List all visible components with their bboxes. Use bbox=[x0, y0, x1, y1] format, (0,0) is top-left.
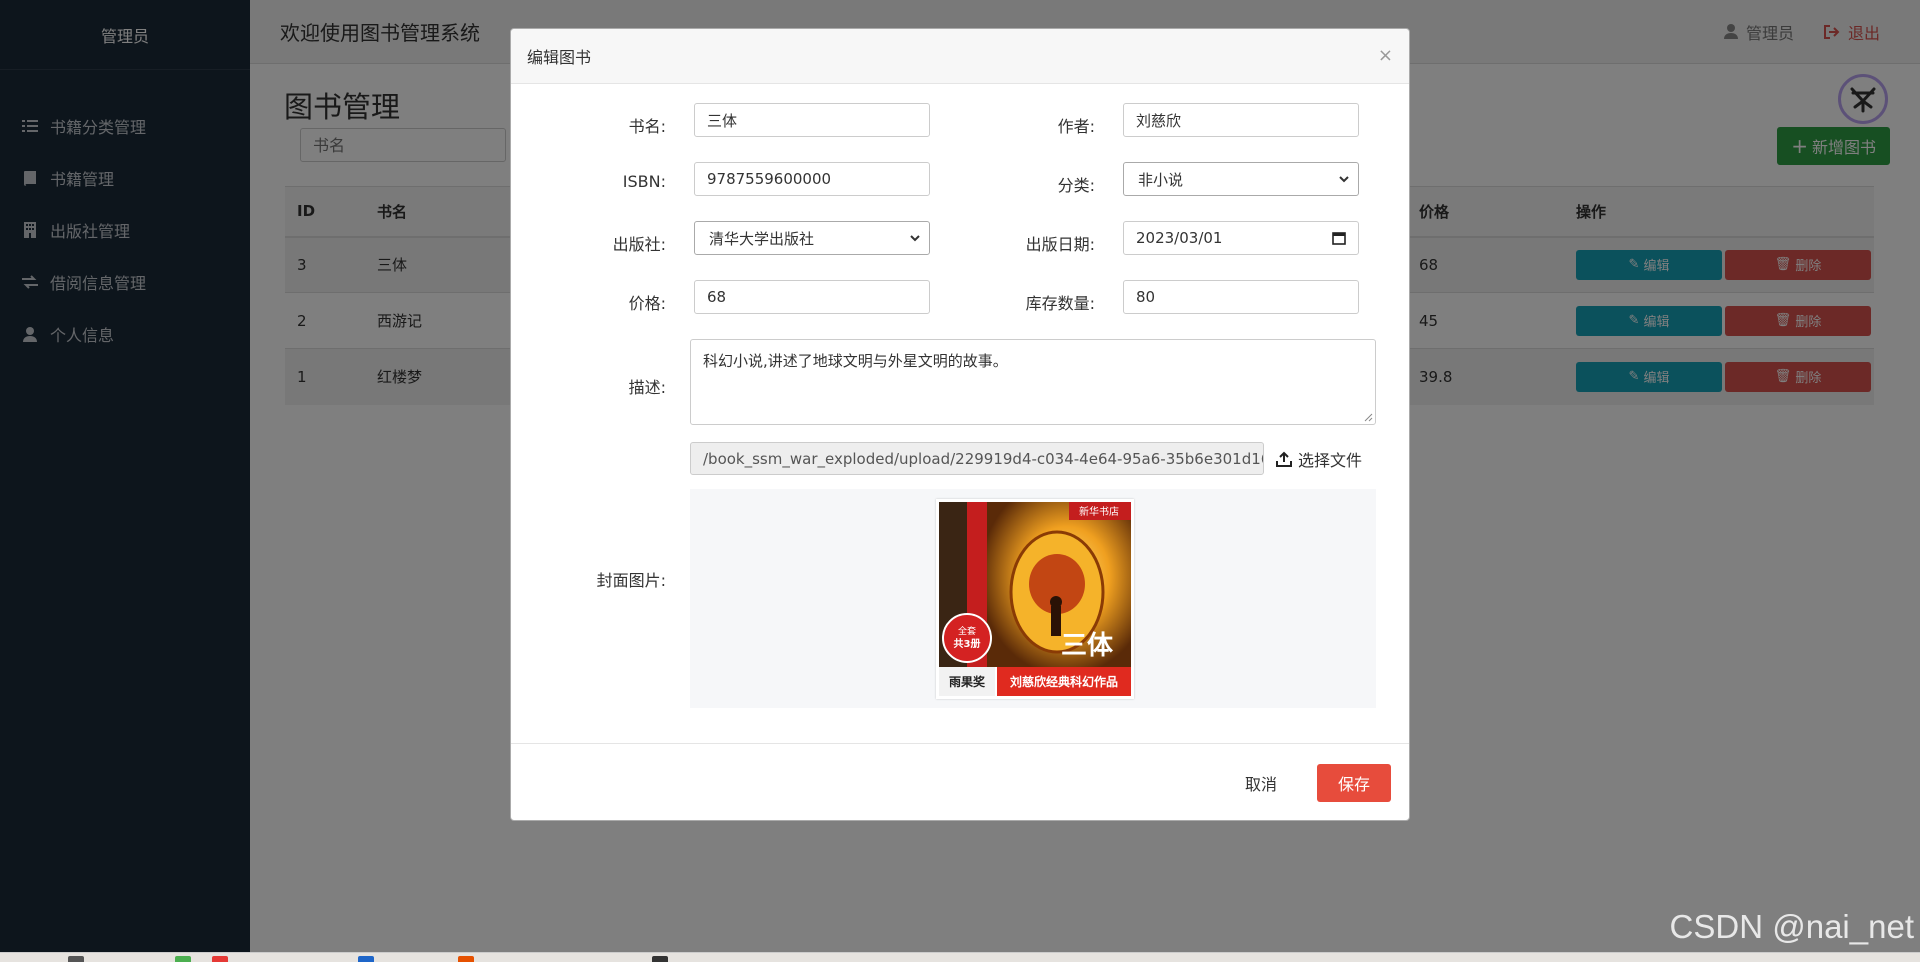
stock-field[interactable]: 80 bbox=[1123, 280, 1359, 314]
author-field[interactable]: 刘慈欣 bbox=[1123, 103, 1359, 137]
taskbar-app-icon[interactable] bbox=[175, 956, 191, 962]
cover-preview-panel: 新华书店 三体 全套 共3册 雨果奖 刘慈欣经典科幻作品 bbox=[690, 489, 1376, 708]
cover-label: 封面图片: bbox=[596, 571, 666, 590]
cover-corner-text: 新华书店 bbox=[1079, 505, 1119, 518]
edit-book-modal: 编辑图书 × 书名: 三体 作者: 刘慈欣 ISBN: 978755960000… bbox=[510, 28, 1410, 821]
cover-strip-right: 刘慈欣经典科幻作品 bbox=[1010, 674, 1118, 689]
stock-label: 库存数量: bbox=[1025, 294, 1095, 313]
modal-header: 编辑图书 bbox=[511, 29, 1409, 84]
taskbar-app-icon[interactable] bbox=[358, 956, 374, 962]
cover-strip-left: 雨果奖 bbox=[949, 674, 986, 689]
choose-file-button[interactable]: 选择文件 bbox=[1276, 443, 1362, 475]
taskbar-app-icon[interactable] bbox=[68, 956, 84, 962]
chevron-down-icon bbox=[1339, 176, 1349, 183]
price-label: 价格: bbox=[628, 294, 666, 313]
save-button[interactable]: 保存 bbox=[1317, 764, 1391, 802]
calendar-icon[interactable] bbox=[1332, 231, 1346, 245]
pubdate-field[interactable]: 2023/03/01 bbox=[1123, 221, 1359, 255]
modal-title: 编辑图书 bbox=[527, 48, 592, 67]
cover-book-title: 三体 bbox=[1061, 631, 1114, 661]
close-icon[interactable]: × bbox=[1378, 45, 1393, 66]
cover-badge-line2: 共3册 bbox=[954, 637, 981, 650]
description-textarea[interactable]: 科幻小说,讲述了地球文明与外星文明的故事。 bbox=[690, 339, 1376, 425]
author-label: 作者: bbox=[1057, 117, 1095, 136]
book-cover-image: 新华书店 三体 全套 共3册 雨果奖 刘慈欣经典科幻作品 bbox=[936, 499, 1134, 699]
taskbar-app-icon[interactable] bbox=[652, 956, 668, 962]
taskbar-app-icon[interactable] bbox=[212, 956, 228, 962]
book-name-field[interactable]: 三体 bbox=[694, 103, 930, 137]
book-name-label: 书名: bbox=[628, 117, 666, 136]
upload-icon bbox=[1276, 451, 1292, 467]
choose-file-label: 选择文件 bbox=[1298, 451, 1363, 470]
isbn-field[interactable]: 9787559600000 bbox=[694, 162, 930, 196]
cancel-button[interactable]: 取消 bbox=[1233, 764, 1289, 802]
price-field[interactable]: 68 bbox=[694, 280, 930, 314]
chevron-down-icon bbox=[910, 235, 920, 242]
category-select[interactable]: 非小说 bbox=[1123, 162, 1359, 196]
description-label: 描述: bbox=[628, 378, 666, 397]
publisher-selected: 清华大学出版社 bbox=[709, 229, 815, 248]
cover-badge-line1: 全套 bbox=[958, 625, 976, 637]
description-value: 科幻小说,讲述了地球文明与外星文明的故事。 bbox=[703, 352, 1008, 370]
pubdate-value: 2023/03/01 bbox=[1136, 229, 1223, 247]
watermark: CSDN @nai_net bbox=[1669, 908, 1914, 945]
publisher-label: 出版社: bbox=[612, 235, 666, 254]
category-selected: 非小说 bbox=[1138, 170, 1184, 189]
taskbar-app-icon[interactable] bbox=[458, 956, 474, 962]
isbn-label: ISBN: bbox=[622, 172, 666, 191]
resize-grip-icon[interactable] bbox=[1364, 413, 1373, 422]
pubdate-label: 出版日期: bbox=[1025, 235, 1095, 254]
cover-file-path: /book_ssm_war_exploded/upload/229919d4-c… bbox=[690, 442, 1264, 475]
category-label: 分类: bbox=[1057, 176, 1095, 195]
publisher-select[interactable]: 清华大学出版社 bbox=[694, 221, 930, 255]
taskbar bbox=[0, 952, 1920, 962]
modal-footer: 取消 保存 bbox=[511, 743, 1409, 821]
